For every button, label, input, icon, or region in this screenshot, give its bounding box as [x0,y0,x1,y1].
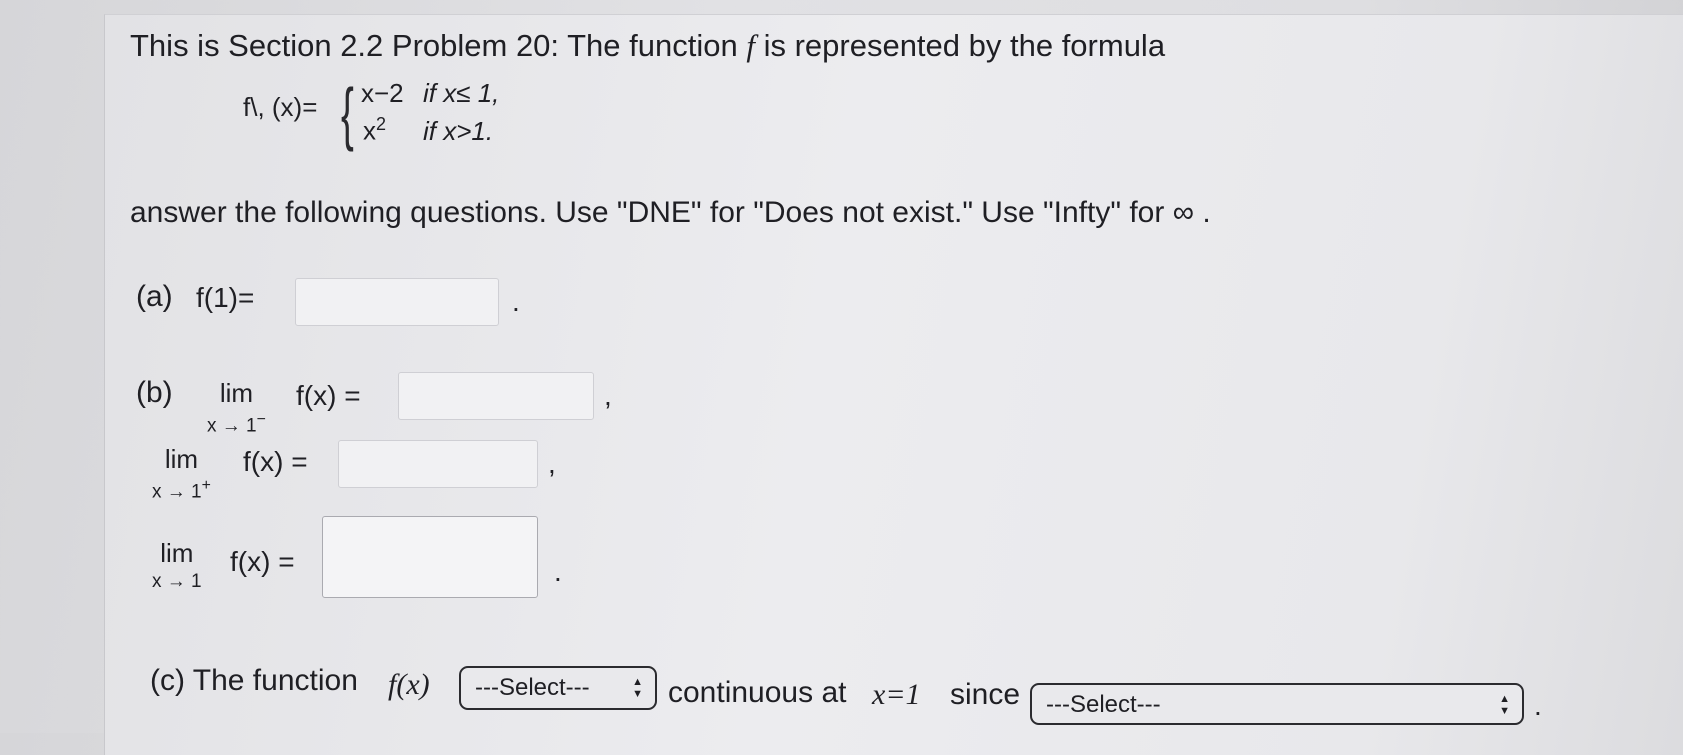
part-c-fx: f(x) [388,668,430,701]
piecewise-formula: f\, (x)= { x−2 if x≤ 1, x2 if x>1. [243,78,543,162]
lim-left-side: − [256,411,266,428]
part-c-since: since [950,678,1021,711]
part-c-x-equals: x=1 [872,678,921,711]
formula-head: f\, (x)= [243,92,318,122]
lim-both-answer-input[interactable] [322,516,538,598]
lim-right-approach: x → 1 [152,481,202,503]
continuity-select-value: ---Select--- [475,674,590,701]
lim-right-expr: f(x) = [243,446,308,477]
part-a-answer-input[interactable] [295,278,499,326]
piece-1-cond: if x≤ 1, [423,78,500,108]
lim-both-expr: f(x) = [230,546,295,577]
lim-right-side: + [201,477,211,494]
select-arrows-icon: ▲ ▼ [632,676,643,700]
formula-brace: { [341,74,354,152]
part-a-expr: f(1)= [196,282,255,313]
lim-left: lim x → 1− [207,378,266,437]
lim-both-approach: x → 1 [152,571,202,592]
part-c-middle: continuous at [668,676,847,709]
reason-select[interactable]: ---Select--- ▲ ▼ [1030,683,1524,725]
lim-left-approach: x → 1 [207,415,257,437]
instructions: answer the following questions. Use "DNE… [130,196,1211,229]
lim-left-comma: , [604,380,612,411]
lim-left-sub: x → 1− [207,411,266,437]
problem-title: This is Section 2.2 Problem 20: The func… [130,28,1165,64]
lim-right: lim x → 1+ [152,444,211,503]
title-intro: This is Section 2.2 Problem 20: The func… [130,28,738,63]
lim-both-period: . [554,556,562,587]
part-a-label: (a) [136,280,173,313]
title-end: is represented by the formula [763,28,1166,63]
part-b-label: (b) [136,376,173,409]
piece-2-cond: if x>1. [423,116,494,146]
lim-right-word: lim [164,444,199,474]
lim-left-answer-input[interactable] [398,372,594,420]
lim-right-comma: , [548,448,556,479]
part-c-period: . [1534,690,1542,721]
reason-select-value: ---Select--- [1046,691,1161,718]
function-name: f [746,28,755,63]
piece-1-expr: x−2 [361,78,404,108]
part-c-label: (c) The function [150,664,358,697]
continuity-select[interactable]: ---Select--- ▲ ▼ [459,666,657,710]
lim-left-expr: f(x) = [296,380,361,411]
select-arrows-icon: ▲ ▼ [1499,693,1510,717]
lim-both-word: lim [160,538,194,568]
lim-right-sub: x → 1+ [152,477,211,503]
lim-both: lim x → 1 [152,538,202,593]
part-a-period: . [512,286,520,317]
piece-2-expr: x2 [363,114,386,147]
piece-2-exponent: 2 [376,114,387,134]
lim-left-word: lim [219,378,254,408]
piece-2-base: x [363,115,376,146]
lim-right-answer-input[interactable] [338,440,538,488]
